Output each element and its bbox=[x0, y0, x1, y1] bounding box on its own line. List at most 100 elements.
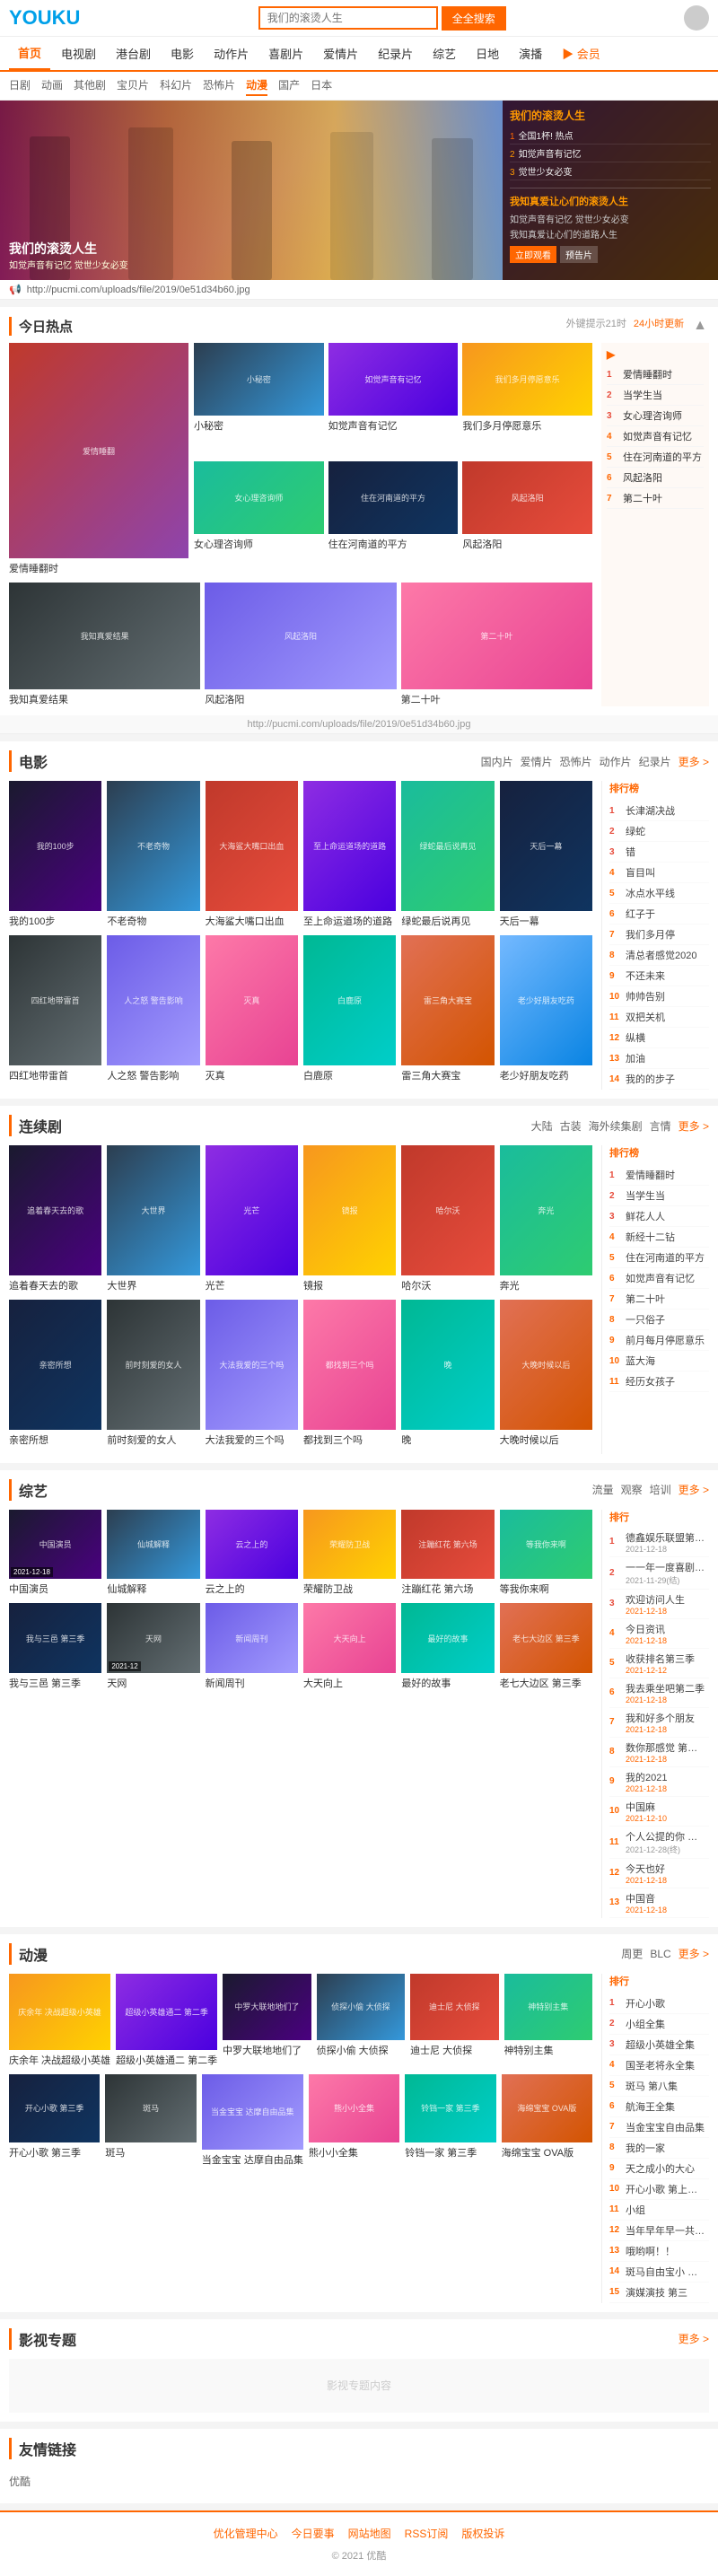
rank-item-5[interactable]: 5住在河南道的平方 bbox=[607, 447, 704, 468]
anime-rank-8[interactable]: 8我的一家 bbox=[609, 2138, 709, 2159]
variety-card-11[interactable]: 老七大边区 第三季老七大边区 第三季 bbox=[500, 1603, 592, 1690]
variety-more[interactable]: 更多 > bbox=[679, 1482, 709, 1497]
footer-link-2[interactable]: 今日要事 bbox=[292, 2526, 335, 2541]
drama-rank-7[interactable]: 7第二十叶 bbox=[609, 1289, 709, 1310]
search-button[interactable]: 全全搜索 bbox=[442, 6, 506, 31]
search-input[interactable] bbox=[258, 6, 438, 30]
subnav-animation[interactable]: 动画 bbox=[41, 75, 63, 96]
drama-rank-6[interactable]: 6如觉声音有记忆 bbox=[609, 1268, 709, 1289]
movies-tab-doc[interactable]: 纪录片 bbox=[639, 754, 671, 769]
movie-rank-5[interactable]: 5冰点水平线 bbox=[609, 883, 709, 904]
footer-link-4[interactable]: RSS订阅 bbox=[405, 2526, 449, 2541]
avatar[interactable] bbox=[684, 5, 709, 31]
anime-rank-10[interactable]: 10开心小歌 第上学期近期到校 bbox=[609, 2179, 709, 2200]
rank-item-3[interactable]: 3女心理咨询师 bbox=[607, 406, 704, 426]
variety-rank-13[interactable]: 13中国音2021-12-18 bbox=[609, 1888, 709, 1918]
variety-rank-3[interactable]: 3欢迎访问人生2021-12-18 bbox=[609, 1590, 709, 1619]
variety-rank-5[interactable]: 5收获排名第三季2021-12-12 bbox=[609, 1649, 709, 1678]
anime-more[interactable]: 更多 > bbox=[679, 1946, 709, 1961]
hot-card-7[interactable]: 我知真爱结果 我知真爱结果 bbox=[9, 583, 200, 706]
movie-rank-13[interactable]: 13加油 bbox=[609, 1048, 709, 1069]
movie-card-1[interactable]: 不老奇物不老奇物 bbox=[107, 781, 199, 928]
movie-rank-14[interactable]: 14我的的步子 bbox=[609, 1069, 709, 1090]
nav-romance[interactable]: 爱情片 bbox=[314, 38, 367, 69]
movie-rank-3[interactable]: 3错 bbox=[609, 842, 709, 863]
subnav-japan[interactable]: 日本 bbox=[311, 75, 332, 96]
anime-rank-3[interactable]: 3超级小英雄全集 bbox=[609, 2035, 709, 2055]
anime-rank-1[interactable]: 1开心小歌 bbox=[609, 1993, 709, 2014]
rank-item-6[interactable]: 6风起洛阳 bbox=[607, 468, 704, 488]
variety-tab-2[interactable]: 观察 bbox=[621, 1482, 643, 1497]
anime-tab-1[interactable]: 周更 bbox=[621, 1946, 643, 1961]
hot-card-5[interactable]: 住在河南道的平方 住在河南道的平方 bbox=[328, 461, 459, 575]
variety-card-2[interactable]: 云之上的云之上的 bbox=[206, 1510, 298, 1597]
movie-rank-6[interactable]: 6红子于 bbox=[609, 904, 709, 924]
hot-card-4[interactable]: 女心理咨询师 女心理咨询师 bbox=[194, 461, 324, 575]
anime-card-1[interactable]: 超级小英雄通二 第二季超级小英雄通二 第二季 bbox=[116, 1974, 217, 2067]
variety-rank-9[interactable]: 9我的20212021-12-18 bbox=[609, 1767, 709, 1797]
drama-card-9[interactable]: 都找到三个吗都找到三个吗 bbox=[303, 1300, 396, 1447]
anime-card-6[interactable]: 开心小歌 第三季开心小歌 第三季 bbox=[9, 2074, 100, 2168]
hot-card-3[interactable]: 我们多月停愿意乐 我们多月停愿意乐 bbox=[462, 343, 592, 457]
anime-card-9[interactable]: 熊小小全集熊小小全集 bbox=[309, 2074, 399, 2168]
drama-rank-11[interactable]: 11经历女孩子 bbox=[609, 1371, 709, 1392]
drama-rank-1[interactable]: 1爱情睡翻时 bbox=[609, 1165, 709, 1186]
movie-card-11[interactable]: 老少好朋友吃药老少好朋友吃药 bbox=[500, 935, 592, 1082]
variety-card-6[interactable]: 我与三邑 第三季我与三邑 第三季 bbox=[9, 1603, 101, 1690]
hot-card-2[interactable]: 如觉声音有记忆 如觉声音有记忆 bbox=[328, 343, 459, 457]
anime-rank-11[interactable]: 11小组 bbox=[609, 2200, 709, 2221]
variety-rank-2[interactable]: 2一一年一度喜剧大赛2021-11-29(结) bbox=[609, 1557, 709, 1590]
movie-card-2[interactable]: 大海鲨大嘴口出血大海鲨大嘴口出血 bbox=[206, 781, 298, 928]
rank-item-4[interactable]: 4如觉声音有记忆 bbox=[607, 426, 704, 447]
anime-rank-15[interactable]: 15演媒演技 第三 bbox=[609, 2282, 709, 2303]
movie-card-9[interactable]: 白鹿原白鹿原 bbox=[303, 935, 396, 1082]
drama-rank-3[interactable]: 3鲜花人人 bbox=[609, 1206, 709, 1227]
drama-card-6[interactable]: 亲密所想亲密所想 bbox=[9, 1300, 101, 1447]
nav-hktw[interactable]: 港台剧 bbox=[107, 38, 160, 69]
banner-panel-item-1[interactable]: 1全国1杯! 热点 bbox=[510, 127, 711, 145]
variety-rank-11[interactable]: 11个人公提的你 第3集2021-12-28(终) bbox=[609, 1827, 709, 1859]
nav-variety[interactable]: 综艺 bbox=[424, 38, 465, 69]
nav-movie[interactable]: 电影 bbox=[162, 38, 203, 69]
nav-region[interactable]: 日地 bbox=[467, 38, 508, 69]
movie-card-10[interactable]: 雷三角大赛宝雷三角大赛宝 bbox=[401, 935, 494, 1082]
nav-live[interactable]: 演播 bbox=[510, 38, 551, 69]
anime-rank-9[interactable]: 9天之成小的大心 bbox=[609, 2159, 709, 2179]
drama-card-7[interactable]: 前时刻爱的女人前时刻爱的女人 bbox=[107, 1300, 199, 1447]
drama-card-10[interactable]: 晚晚 bbox=[401, 1300, 494, 1447]
variety-card-3[interactable]: 荣耀防卫战荣耀防卫战 bbox=[303, 1510, 396, 1597]
subnav-anime[interactable]: 动漫 bbox=[246, 75, 267, 96]
rank-item-7[interactable]: 7第二十叶 bbox=[607, 488, 704, 509]
subnav-japanese[interactable]: 日剧 bbox=[9, 75, 31, 96]
logo[interactable]: YOUKU bbox=[9, 6, 80, 30]
drama-tab-2[interactable]: 古装 bbox=[560, 1118, 582, 1134]
variety-rank-4[interactable]: 4今日资讯2021-12-18 bbox=[609, 1619, 709, 1649]
movie-card-5[interactable]: 天后一幕天后一幕 bbox=[500, 781, 592, 928]
rank-item-1[interactable]: 1爱情睡翻时 bbox=[607, 364, 704, 385]
anime-card-3[interactable]: 侦探小偷 大侦探侦探小偷 大侦探 bbox=[317, 1974, 405, 2067]
subnav-scifi[interactable]: 科幻片 bbox=[160, 75, 192, 96]
variety-card-8[interactable]: 新闻周刊新闻周刊 bbox=[206, 1603, 298, 1690]
anime-rank-12[interactable]: 12当年早年早一共宝全集 bbox=[609, 2221, 709, 2241]
footer-link-1[interactable]: 优化管理中心 bbox=[214, 2526, 278, 2541]
hot-card-6[interactable]: 风起洛阳 风起洛阳 bbox=[462, 461, 592, 575]
variety-rank-1[interactable]: 1德鑫娱乐联盟第二季2021-12-18 bbox=[609, 1528, 709, 1557]
drama-card-4[interactable]: 哈尔沃哈尔沃 bbox=[401, 1145, 494, 1292]
hot-card-1[interactable]: 小秘密 小秘密 bbox=[194, 343, 324, 457]
nav-doc[interactable]: 纪录片 bbox=[369, 38, 422, 69]
nav-tv[interactable]: 电视剧 bbox=[52, 38, 105, 69]
special-more[interactable]: 更多 > bbox=[679, 2331, 709, 2346]
variety-rank-10[interactable]: 10中国麻2021-12-10 bbox=[609, 1797, 709, 1827]
drama-rank-10[interactable]: 10蓝大海 bbox=[609, 1351, 709, 1371]
movie-rank-9[interactable]: 9不还未来 bbox=[609, 966, 709, 986]
hot-card-9[interactable]: 第二十叶 第二十叶 bbox=[401, 583, 592, 706]
anime-card-5[interactable]: 神特别主集神特别主集 bbox=[504, 1974, 592, 2067]
movie-rank-8[interactable]: 8清总者感觉2020 bbox=[609, 945, 709, 966]
anime-rank-14[interactable]: 14斑马自由宝小 决定！ bbox=[609, 2262, 709, 2282]
watch-btn[interactable]: 立即观看 bbox=[510, 246, 556, 263]
drama-card-0[interactable]: 追着春天去的歌追着春天去的歌 bbox=[9, 1145, 101, 1292]
movies-more[interactable]: 更多 > bbox=[679, 754, 709, 769]
drama-card-8[interactable]: 大法我爱的三个吗大法我爱的三个吗 bbox=[206, 1300, 298, 1447]
drama-tab-4[interactable]: 言情 bbox=[650, 1118, 671, 1134]
movie-rank-10[interactable]: 10帅帅告别 bbox=[609, 986, 709, 1007]
